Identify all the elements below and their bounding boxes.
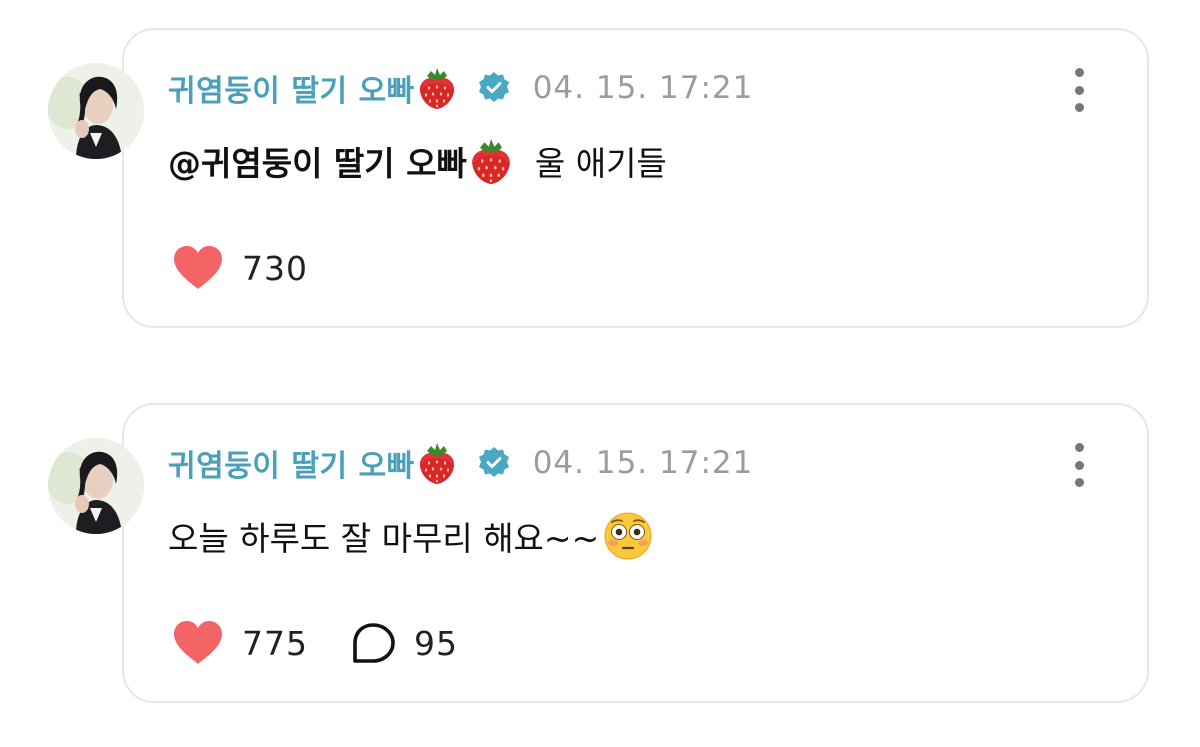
more-dot [1074, 85, 1084, 95]
post-body: 오늘 하루도 잘 마무리 해요~~ [168, 509, 653, 563]
post-text: 오늘 하루도 잘 마무리 해요~~ [168, 519, 600, 558]
more-dot [1074, 443, 1084, 452]
more-dot [1074, 478, 1084, 487]
heart-icon [172, 620, 224, 666]
comment-bubble-icon [350, 622, 396, 664]
verified-badge-icon [477, 71, 511, 105]
more-dot [1074, 103, 1084, 112]
post-footer: 730 [172, 244, 308, 292]
like-button[interactable]: 730 [172, 245, 308, 291]
post-footer: 775 95 [172, 619, 458, 667]
avatar[interactable] [48, 63, 144, 159]
post-body: @귀염둥이 딸기 오빠 울 애기들 [168, 134, 667, 188]
comment-button[interactable]: 95 [350, 622, 458, 664]
flushed-face-icon [603, 511, 653, 561]
like-button[interactable]: 775 [172, 620, 308, 666]
avatar[interactable] [48, 438, 144, 534]
more-options-button[interactable] [1067, 68, 1091, 112]
like-count: 775 [242, 623, 308, 663]
post-timestamp: 04. 15. 17:21 [532, 445, 754, 481]
post-card[interactable]: 귀염둥이 딸기 오빠 04. 15. 17:21 @귀염둥이 딸기 오빠 울 애… [122, 28, 1149, 328]
post-timestamp: 04. 15. 17:21 [532, 70, 754, 106]
author-name[interactable]: 귀염둥이 딸기 오빠 [168, 441, 415, 485]
like-count: 730 [242, 248, 308, 288]
author-name[interactable]: 귀염둥이 딸기 오빠 [168, 66, 415, 110]
post-header: 귀염둥이 딸기 오빠 04. 15. 17:21 [168, 441, 753, 485]
more-dot [1074, 68, 1084, 77]
post-text: 울 애기들 [534, 144, 667, 183]
strawberry-icon [469, 136, 513, 186]
strawberry-icon [417, 66, 457, 110]
verified-badge-icon [477, 446, 511, 480]
comment-count: 95 [414, 623, 458, 663]
post-header: 귀염둥이 딸기 오빠 04. 15. 17:21 [168, 66, 753, 110]
mention-link[interactable]: @귀염둥이 딸기 오빠 [168, 137, 467, 185]
more-dot [1074, 460, 1084, 470]
strawberry-icon [417, 441, 457, 485]
more-options-button[interactable] [1067, 443, 1091, 487]
heart-icon [172, 245, 224, 291]
post-card[interactable]: 귀염둥이 딸기 오빠 04. 15. 17:21 오늘 하루도 잘 마무리 해요… [122, 403, 1149, 703]
